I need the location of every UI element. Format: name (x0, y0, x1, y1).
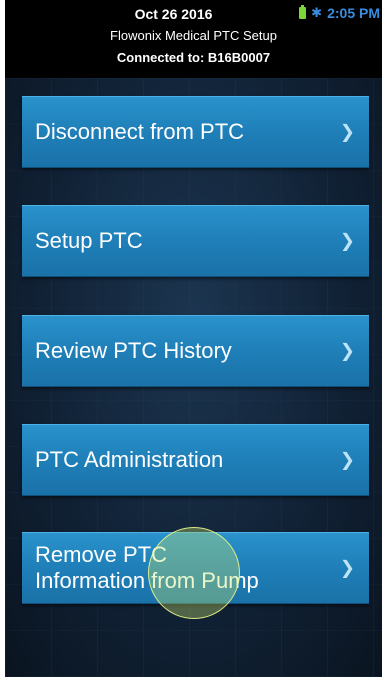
status-icons: ✱ 2:05 PM (299, 5, 380, 21)
chevron-right-icon: ❯ (339, 340, 355, 362)
app-title: Flowonix Medical PTC Setup (110, 28, 277, 43)
chevron-right-icon: ❯ (339, 230, 355, 252)
chevron-right-icon: ❯ (339, 449, 355, 471)
remove-ptc-information-button[interactable]: Remove PTC Information from Pump ❯ (22, 532, 369, 604)
review-ptc-history-button[interactable]: Review PTC History ❯ (22, 315, 369, 387)
setup-ptc-button[interactable]: Setup PTC ❯ (22, 205, 369, 277)
chevron-right-icon: ❯ (339, 121, 355, 143)
battery-icon (299, 5, 307, 19)
menu-item-label: PTC Administration (35, 447, 224, 472)
disconnect-from-ptc-button[interactable]: Disconnect from PTC ❯ (22, 96, 369, 168)
time-text: 2:05 PM (327, 5, 380, 21)
main-menu-area: Disconnect from PTC ❯ Setup PTC ❯ Review… (5, 78, 382, 677)
ptc-administration-button[interactable]: PTC Administration ❯ (22, 424, 369, 496)
device-screen: Oct 26 2016 ✱ 2:05 PM Flowonix Medical P… (5, 0, 382, 677)
bluetooth-icon: ✱ (311, 5, 323, 21)
status-bar: Oct 26 2016 ✱ 2:05 PM Flowonix Medical P… (5, 0, 382, 78)
menu-item-label: Remove PTC Information from Pump (35, 542, 259, 593)
menu-item-label: Setup PTC (35, 228, 143, 253)
connection-status: Connected to: B16B0007 (116, 50, 271, 65)
chevron-right-icon: ❯ (339, 557, 355, 579)
menu-item-label: Disconnect from PTC (35, 119, 245, 144)
menu-item-label: Review PTC History (35, 338, 232, 363)
